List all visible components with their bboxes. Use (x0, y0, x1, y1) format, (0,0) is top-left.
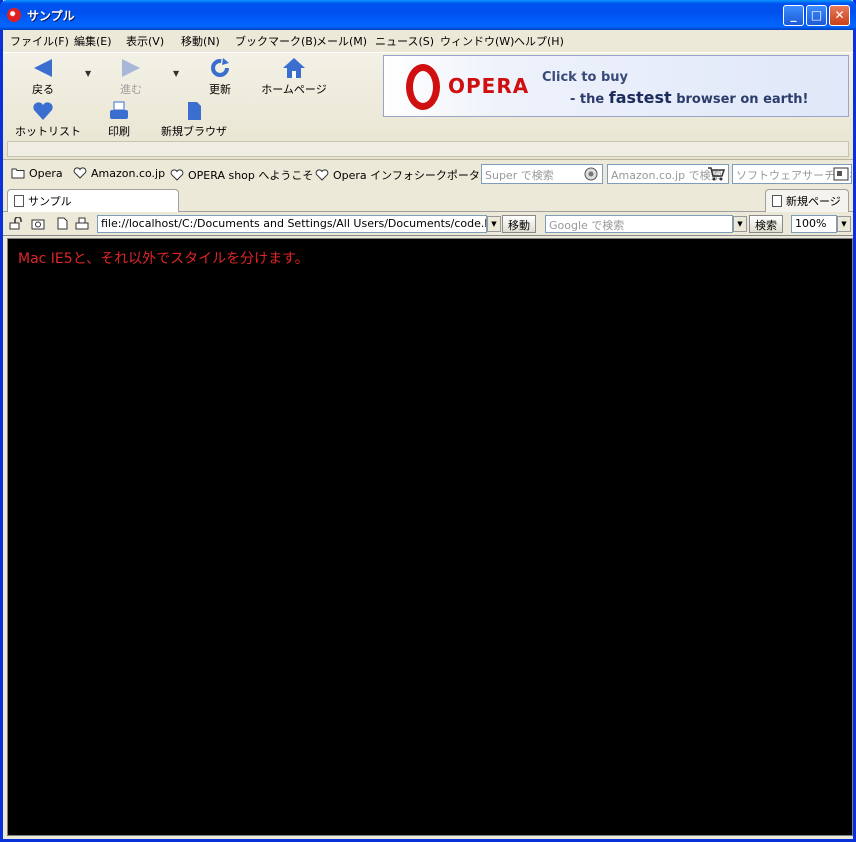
home-button[interactable]: ホームページ (259, 57, 329, 97)
title-bar[interactable]: サンプル _ □ ✕ (0, 0, 856, 30)
search-engine-dropdown[interactable]: ▼ (733, 216, 747, 232)
new-browser-button[interactable]: 新規ブラウザ (161, 101, 227, 139)
new-page-tab-button[interactable]: 新規ページ (765, 189, 849, 212)
bookmark-infoseek-portal[interactable]: Opera インフォシークポータル (315, 167, 491, 183)
reload-icon (211, 58, 229, 77)
back-button[interactable]: 戻る (23, 57, 63, 97)
menu-navigate[interactable]: 移動(N) (181, 33, 220, 49)
opera-app-icon (7, 8, 21, 22)
camera-icon[interactable] (31, 217, 45, 230)
page-icon (14, 195, 24, 207)
google-search-input[interactable]: Google で検索 (545, 215, 733, 233)
url-input[interactable]: file://localhost/C:/Documents and Settin… (97, 215, 487, 233)
back-arrow-icon (34, 59, 52, 77)
content-text: Mac IE5と、それ以外でスタイルを分けます。 (18, 251, 309, 267)
menu-bar: ファイル(F) 編集(E) 表示(V) 移動(N) ブックマーク(B) メール(… (3, 30, 853, 50)
main-toolbar: 戻る ▼ 進む ▼ 更新 ホームページ ホットリスト 印刷 新規ブラウザ OPE… (3, 52, 853, 160)
menu-edit[interactable]: 編集(E) (74, 33, 112, 49)
personal-bar: Opera Amazon.co.jp OPERA shop へようこそ Oper… (3, 162, 853, 186)
menu-mail[interactable]: メール(M) (316, 33, 367, 49)
home-icon (283, 58, 305, 78)
menu-view[interactable]: 表示(V) (126, 33, 164, 49)
new-browser-label: 新規ブラウザ (161, 125, 227, 138)
menu-window[interactable]: ウィンドウ(W) (440, 33, 514, 49)
banner-line1: Click to buy (542, 70, 629, 85)
page-content: Mac IE5と、それ以外でスタイルを分けます。 (7, 238, 853, 836)
window-title: サンプル (27, 9, 75, 23)
hotlist-button[interactable]: ホットリスト (15, 101, 81, 139)
forward-history-dropdown[interactable]: ▼ (173, 69, 179, 78)
tab-sample[interactable]: サンプル (7, 189, 179, 212)
reload-label: 更新 (209, 83, 231, 96)
menu-file[interactable]: ファイル(F) (10, 33, 69, 49)
print-button[interactable]: 印刷 (101, 101, 137, 139)
go-button[interactable]: 移動 (502, 215, 536, 233)
bookmark-opera-shop[interactable]: OPERA shop へようこそ (170, 167, 313, 183)
opera-ad-banner[interactable]: OPERA Click to buy - the fastest browser… (383, 55, 849, 117)
security-lock-icon[interactable] (9, 217, 23, 230)
bookmark-label: OPERA shop へようこそ (188, 169, 314, 182)
bookmark-opera[interactable]: Opera (11, 167, 63, 180)
folder-icon (11, 168, 25, 179)
banner-line2: - the fastest browser on earth! (570, 88, 808, 107)
print-label: 印刷 (108, 125, 130, 138)
tab-bar: サンプル 新規ページ (3, 188, 853, 212)
heart-icon (170, 169, 184, 181)
new-page-icon (188, 102, 201, 120)
page-info-icon[interactable] (55, 217, 69, 230)
close-button[interactable]: ✕ (829, 5, 850, 26)
forward-arrow-icon (122, 59, 140, 77)
zoom-select[interactable]: 100% (791, 215, 837, 233)
bookmark-amazon[interactable]: Amazon.co.jp (73, 167, 165, 180)
back-label: 戻る (32, 83, 54, 96)
hotlist-heart-icon (33, 102, 53, 120)
url-history-dropdown[interactable]: ▼ (487, 216, 501, 232)
menu-news[interactable]: ニュース(S) (375, 33, 434, 49)
browser-window: サンプル _ □ ✕ ファイル(F) 編集(E) 表示(V) 移動(N) ブック… (0, 0, 856, 842)
bookmark-label: Opera インフォシークポータル (333, 169, 491, 182)
banner-line2-prefix: - the (570, 92, 609, 107)
print-icon[interactable] (75, 217, 89, 230)
tab-label: サンプル (28, 195, 72, 208)
address-bar: file://localhost/C:/Documents and Settin… (3, 212, 853, 236)
forward-button[interactable]: 進む (111, 57, 151, 97)
super-search-globe-icon[interactable] (582, 166, 600, 182)
new-page-icon (772, 195, 782, 207)
home-label: ホームページ (261, 83, 327, 96)
shopping-cart-icon[interactable] (707, 166, 725, 182)
hotlist-label: ホットリスト (15, 125, 81, 138)
status-progress-bar (7, 141, 849, 157)
menu-help[interactable]: ヘルプ(H) (514, 33, 564, 49)
heart-icon (73, 167, 87, 179)
bookmark-label: Opera (29, 167, 63, 180)
banner-emphasis: fastest (608, 88, 672, 107)
opera-logo-icon (406, 64, 440, 110)
back-history-dropdown[interactable]: ▼ (85, 69, 91, 78)
new-page-label: 新規ページ (786, 195, 841, 208)
banner-line2-suffix: browser on earth! (671, 92, 809, 107)
zoom-dropdown[interactable]: ▼ (837, 216, 851, 232)
printer-icon (110, 101, 128, 119)
banner-brand: OPERA (448, 74, 530, 98)
forward-label: 進む (120, 83, 142, 96)
maximize-button[interactable]: □ (806, 5, 827, 26)
minimize-button[interactable]: _ (783, 5, 804, 26)
bookmark-label: Amazon.co.jp (91, 167, 166, 180)
search-button[interactable]: 検索 (749, 215, 783, 233)
menu-bookmarks[interactable]: ブックマーク(B) (235, 33, 317, 49)
heart-icon (315, 169, 329, 181)
reload-button[interactable]: 更新 (199, 57, 241, 97)
software-search-icon[interactable] (832, 166, 850, 182)
